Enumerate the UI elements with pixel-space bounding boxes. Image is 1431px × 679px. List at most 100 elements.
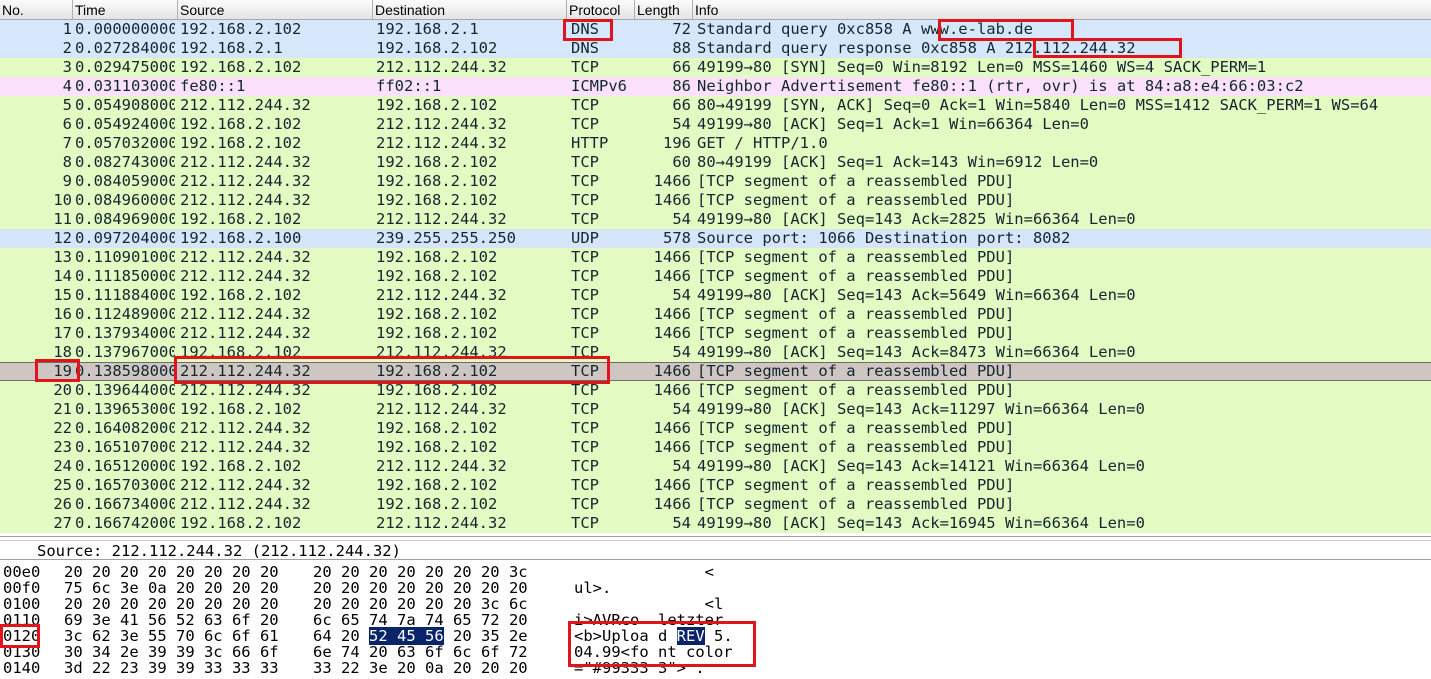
packet-protocol: TCP: [571, 343, 599, 361]
packet-time: 0.166734000: [75, 495, 175, 513]
packet-length: 54: [672, 210, 691, 228]
packet-protocol: TCP: [571, 514, 599, 532]
packet-row[interactable]: 7 0.057032000 192.168.2.102 212.112.244.32 H…: [0, 134, 1431, 153]
packet-destination: 192.168.2.102: [376, 305, 498, 323]
packet-source: 212.112.244.32: [180, 248, 311, 266]
packet-row[interactable]: 18 0.137967000 192.168.2.102 212.112.244.32…: [0, 343, 1431, 362]
packet-row[interactable]: 25 0.165703000 212.112.244.32 192.168.2.102…: [0, 476, 1431, 495]
packet-destination: 192.168.2.102: [376, 267, 498, 285]
packet-row[interactable]: 9 0.084059000 212.112.244.32 192.168.2.102 T…: [0, 172, 1431, 191]
packet-length: 1466: [653, 419, 691, 437]
packet-protocol: TCP: [571, 248, 599, 266]
packet-destination: 212.112.244.32: [376, 286, 507, 304]
hex-ascii: <: [574, 563, 714, 581]
column-header-no[interactable]: No.: [0, 0, 72, 19]
packet-length: 1466: [653, 267, 691, 285]
packet-no: 9: [62, 172, 72, 190]
packet-row[interactable]: 17 0.137934000 212.112.244.32 192.168.2.102…: [0, 324, 1431, 343]
packet-time: 0.084960000: [75, 191, 175, 209]
packet-length: 1466: [653, 172, 691, 190]
column-header-source[interactable]: Source: [177, 0, 372, 19]
packet-no: 22: [53, 419, 72, 437]
packet-info: [TCP segment of a reassembled PDU]: [697, 381, 1015, 399]
packet-row[interactable]: 2 0.027284000 192.168.2.1 192.168.2.102 DNS 8…: [0, 39, 1431, 58]
packet-length: 1466: [653, 248, 691, 266]
hex-bytes: 3d 22 23 39 39 33 33 33: [64, 659, 279, 677]
packet-time: 0.139644000: [75, 381, 175, 399]
packet-row[interactable]: 13 0.110901000 212.112.244.32 192.168.2.102…: [0, 248, 1431, 267]
packet-length: 88: [672, 39, 691, 57]
packet-length: 1466: [653, 476, 691, 494]
packet-row[interactable]: 22 0.164082000 212.112.244.32 192.168.2.102…: [0, 419, 1431, 438]
packet-row[interactable]: 4 0.031103000 fe80::1 ff02::1 ICMPv6 86 Neighb…: [0, 77, 1431, 96]
column-header-destination[interactable]: Destination: [372, 0, 566, 19]
packet-protocol: TCP: [571, 400, 599, 418]
hex-ascii: ul>.: [574, 579, 612, 597]
packet-no: 20: [53, 381, 72, 399]
column-header-time[interactable]: Time: [72, 0, 177, 19]
packet-row[interactable]: 1 0.000000000 192.168.2.102 192.168.2.1 DNS 7…: [0, 20, 1431, 39]
packet-source: 212.112.244.32: [180, 476, 311, 494]
packet-details-row[interactable]: Source: 212.112.244.32 (212.112.244.32): [0, 540, 1431, 560]
packet-source: 212.112.244.32: [180, 438, 311, 456]
packet-destination: 239.255.255.250: [376, 229, 516, 247]
packet-protocol: TCP: [571, 58, 599, 76]
packet-source: 192.168.2.102: [180, 400, 302, 418]
packet-row[interactable]: 6 0.054924000 192.168.2.102 212.112.244.32 T…: [0, 115, 1431, 134]
packet-row-selected[interactable]: 19 0.138598000 212.112.244.32 192.168.2.102…: [0, 362, 1431, 381]
packet-destination: 192.168.2.102: [376, 248, 498, 266]
packet-source: 192.168.2.102: [180, 115, 302, 133]
packet-row[interactable]: 20 0.139644000 212.112.244.32 192.168.2.102…: [0, 381, 1431, 400]
packet-row[interactable]: 15 0.111884000 192.168.2.102 212.112.244.32…: [0, 286, 1431, 305]
packet-length: 60: [672, 153, 691, 171]
packet-row[interactable]: 5 0.054908000 212.112.244.32 192.168.2.102 T…: [0, 96, 1431, 115]
packet-source: 192.168.2.102: [180, 20, 302, 38]
column-header-protocol[interactable]: Protocol: [566, 0, 634, 19]
packet-protocol: TCP: [571, 96, 599, 114]
packet-bytes-pane[interactable]: 00e0 20 20 20 20 20 20 20 20 20 20 20 20 2…: [0, 561, 1431, 679]
packet-protocol: TCP: [571, 438, 599, 456]
packet-row[interactable]: 11 0.084969000 192.168.2.102 212.112.244.32…: [0, 210, 1431, 229]
packet-length: 1466: [653, 191, 691, 209]
packet-no: 21: [53, 400, 72, 418]
hex-bytes: 20 20 20 20 20 20 20 20: [64, 595, 279, 613]
packet-protocol: TCP: [571, 153, 599, 171]
packet-row[interactable]: 10 0.084960000 212.112.244.32 192.168.2.102…: [0, 191, 1431, 210]
packet-list[interactable]: 1 0.000000000 192.168.2.102 192.168.2.1 DNS 7…: [0, 20, 1431, 533]
packet-destination: 192.168.2.102: [376, 172, 498, 190]
column-header-length[interactable]: Length: [634, 0, 692, 19]
packet-time: 0.164082000: [75, 419, 175, 437]
packet-row[interactable]: 26 0.166734000 212.112.244.32 192.168.2.102…: [0, 495, 1431, 514]
packet-row[interactable]: 23 0.165107000 212.112.244.32 192.168.2.102…: [0, 438, 1431, 457]
packet-row[interactable]: 21 0.139653000 192.168.2.102 212.112.244.32…: [0, 400, 1431, 419]
column-header-info[interactable]: Info: [692, 0, 1431, 19]
packet-row[interactable]: 12 0.097204000 192.168.2.100 239.255.255.25…: [0, 229, 1431, 248]
packet-destination: 212.112.244.32: [376, 400, 507, 418]
packet-info: 49199→80 [ACK] Seq=1 Ack=1 Win=66364 Len…: [697, 115, 1089, 133]
packet-row[interactable]: 8 0.082743000 212.112.244.32 192.168.2.102 T…: [0, 153, 1431, 172]
packet-no: 25: [53, 476, 72, 494]
packet-length: 54: [672, 115, 691, 133]
packet-info: Neighbor Advertisement fe80::1 (rtr, ovr…: [697, 77, 1304, 95]
packet-length: 66: [672, 96, 691, 114]
packet-source: 192.168.2.102: [180, 286, 302, 304]
packet-row[interactable]: 16 0.112489000 212.112.244.32 192.168.2.102…: [0, 305, 1431, 324]
hex-bytes: 33 22 3e 20 0a 20 20 20: [313, 659, 528, 677]
packet-time: 0.137934000: [75, 324, 175, 342]
packet-length: 54: [672, 400, 691, 418]
source-field-text: Source: 212.112.244.32 (212.112.244.32): [37, 542, 401, 560]
hex-ascii: <l: [574, 595, 724, 613]
packet-row[interactable]: 27 0.166742000 192.168.2.102 212.112.244.32…: [0, 514, 1431, 533]
packet-destination: 192.168.2.102: [376, 153, 498, 171]
packet-row[interactable]: 24 0.165120000 192.168.2.102 212.112.244.32…: [0, 457, 1431, 476]
packet-row[interactable]: 3 0.029475000 192.168.2.102 212.112.244.32 T…: [0, 58, 1431, 77]
packet-source: 212.112.244.32: [180, 267, 311, 285]
hex-offset: 00f0: [3, 579, 41, 597]
packet-info: 80→49199 [SYN, ACK] Seq=0 Ack=1 Win=5840…: [697, 96, 1379, 114]
packet-info: 49199→80 [ACK] Seq=143 Ack=2825 Win=6636…: [697, 210, 1136, 228]
packet-source: 212.112.244.32: [180, 305, 311, 323]
hex-ascii: i>AVRco letzter: [574, 611, 724, 629]
packet-destination: 192.168.2.102: [376, 363, 498, 380]
packet-row[interactable]: 14 0.111850000 212.112.244.32 192.168.2.102…: [0, 267, 1431, 286]
packet-destination: 212.112.244.32: [376, 210, 507, 228]
